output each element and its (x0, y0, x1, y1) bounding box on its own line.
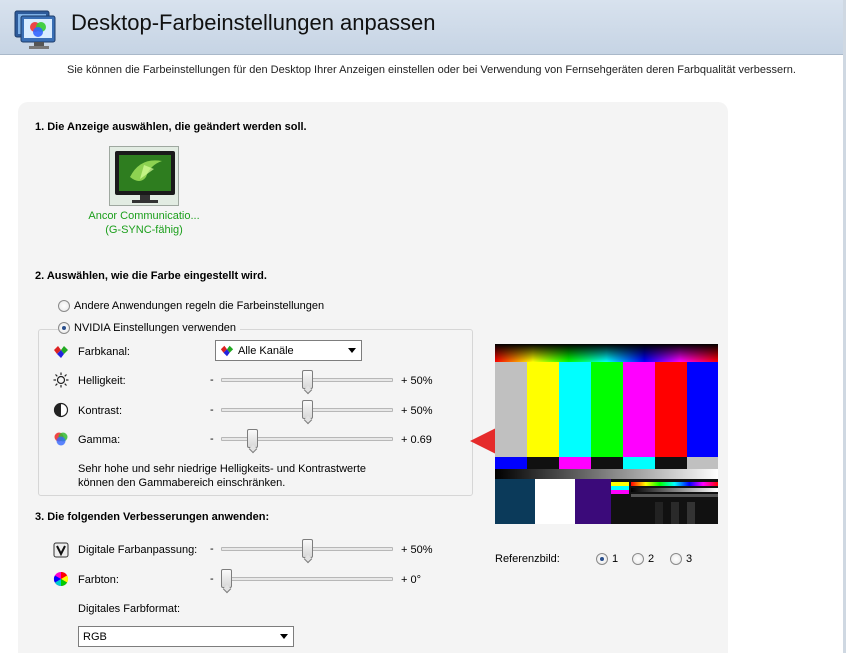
contrast-plus: + (401, 405, 408, 417)
brightness-percent: 50% (410, 375, 433, 387)
reference-option-3[interactable]: 3 (670, 553, 692, 565)
reference-option-2-radio[interactable] (632, 553, 644, 565)
section-2-title: 2. Auswählen, wie die Farbe eingestellt … (35, 270, 267, 282)
display-name: Ancor Communicatio... (88, 210, 200, 222)
color-format-value: RGB (83, 630, 107, 643)
display-label[interactable]: Ancor Communicatio... (G-SYNC-fähig) (84, 209, 204, 237)
gamma-value: + 0.69 (401, 434, 432, 446)
range-warning-line-1: Sehr hohe und sehr niedrige Helligkeits-… (78, 463, 366, 475)
color-channel-value: Alle Kanäle (238, 344, 294, 357)
display-gsync: (G-SYNC-fähig) (105, 224, 183, 236)
brightness-slider-thumb[interactable] (301, 370, 313, 389)
vibrance-label: Digitale Farbanpassung: (78, 544, 198, 556)
brightness-value: + 50% (401, 375, 433, 387)
vibrance-minus: - (210, 543, 214, 555)
reference-image-label: Referenzbild: (495, 553, 560, 565)
reference-option-1-radio[interactable] (596, 553, 608, 565)
brightness-plus: + (401, 375, 408, 387)
color-test-image (495, 344, 718, 524)
chevron-down-icon (280, 634, 288, 639)
page-title: Desktop-Farbeinstellungen anpassen (71, 10, 436, 35)
contrast-slider-thumb[interactable] (301, 400, 313, 419)
vibrance-icon (53, 542, 69, 558)
section-3-title: 3. Die folgenden Verbesserungen anwenden… (35, 511, 270, 523)
monitor-icon (115, 151, 175, 203)
reference-option-1-label: 1 (612, 553, 619, 565)
hue-label: Farbton: (78, 574, 119, 586)
display-tile[interactable] (109, 146, 179, 206)
contrast-label: Kontrast: (78, 405, 123, 417)
gamma-minus: - (210, 433, 214, 445)
brightness-icon (53, 372, 69, 388)
contrast-percent: 50% (410, 405, 433, 417)
gamma-icon (54, 432, 68, 446)
vibrance-percent: 50% (410, 544, 433, 556)
reference-option-2-label: 2 (648, 553, 655, 565)
vibrance-slider-thumb[interactable] (301, 539, 313, 558)
option-other-apps-label: Andere Anwendungen regeln die Farbeinste… (74, 300, 325, 312)
range-warning-line-2: können den Gammabereich einschränken. (78, 477, 286, 489)
color-channel-label: Farbkanal: (78, 346, 130, 358)
hue-icon (53, 571, 69, 587)
brightness-minus: - (210, 374, 214, 386)
gamma-number: 0.69 (410, 434, 432, 446)
reference-option-2[interactable]: 2 (632, 553, 654, 565)
option-other-apps[interactable]: Andere Anwendungen regeln die Farbeinste… (58, 300, 324, 312)
gamma-plus: + (401, 434, 408, 446)
hue-plus: + (401, 574, 408, 586)
hue-track[interactable] (221, 577, 393, 581)
reference-option-3-radio[interactable] (670, 553, 682, 565)
option-nvidia-settings[interactable]: NVIDIA Einstellungen verwenden (58, 322, 241, 334)
reference-option-1[interactable]: 1 (596, 553, 618, 565)
range-warning-note: Sehr hohe und sehr niedrige Helligkeits-… (78, 462, 378, 490)
brightness-label: Helligkeit: (78, 375, 126, 387)
vibrance-plus: + (401, 544, 408, 556)
vibrance-value: + 50% (401, 544, 433, 556)
desktop-color-icon (14, 10, 56, 49)
contrast-icon (53, 402, 69, 418)
contrast-minus: - (210, 404, 214, 416)
option-nvidia-settings-label: NVIDIA Einstellungen verwenden (74, 322, 237, 334)
hue-slider-thumb[interactable] (221, 569, 232, 588)
gamma-label: Gamma: (78, 434, 121, 446)
option-nvidia-settings-radio[interactable] (58, 322, 70, 334)
color-channel-select-icon (220, 345, 234, 356)
page-header: Desktop-Farbeinstellungen anpassen (0, 0, 846, 55)
gamma-slider-thumb[interactable] (246, 429, 258, 448)
contrast-value: + 50% (401, 405, 433, 417)
chevron-down-icon (348, 348, 356, 353)
hue-value: + 0° (401, 574, 421, 586)
hue-minus: - (210, 573, 214, 585)
color-channel-select[interactable]: Alle Kanäle (215, 340, 362, 361)
reference-option-3-label: 3 (686, 553, 693, 565)
color-channel-icon (54, 346, 68, 358)
hue-degrees: 0° (410, 574, 422, 586)
section-1-title: 1. Die Anzeige auswählen, die geändert w… (35, 121, 307, 133)
color-format-select[interactable]: RGB (78, 626, 294, 647)
option-other-apps-radio[interactable] (58, 300, 70, 312)
page-description: Sie können die Farbeinstellungen für den… (67, 64, 796, 76)
color-format-label: Digitales Farbformat: (78, 603, 181, 615)
